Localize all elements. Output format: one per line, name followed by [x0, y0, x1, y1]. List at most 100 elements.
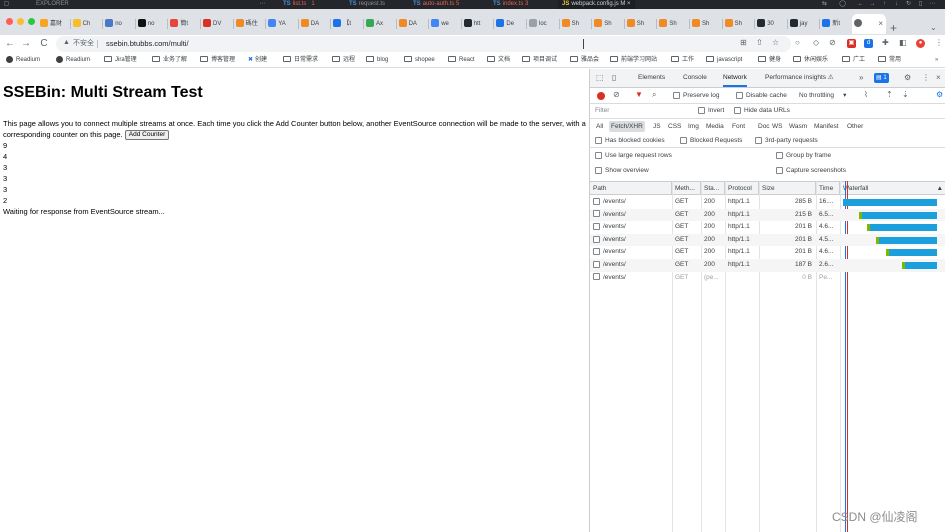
- more-tabs-icon[interactable]: »: [859, 73, 863, 83]
- network-conditions-icon[interactable]: ⌇: [864, 90, 868, 100]
- zoom-window-button[interactable]: [28, 18, 35, 25]
- bookmark-item[interactable]: 广工: [842, 53, 865, 67]
- table-row[interactable]: /events/GET 200 http/1.1 201 B 4.5...: [590, 233, 945, 247]
- new-tab-button[interactable]: +: [890, 22, 897, 34]
- type-filter-button[interactable]: Manifest: [812, 121, 841, 132]
- bookmark-item[interactable]: Readium: [56, 53, 90, 67]
- throttling-select[interactable]: No throttling ▾: [799, 90, 846, 102]
- source-control-icon[interactable]: ◯: [838, 0, 847, 9]
- browser-tab[interactable]: loc: [527, 14, 560, 34]
- filter-input[interactable]: Filter: [595, 104, 609, 118]
- browser-tab[interactable]: Sh: [592, 14, 625, 34]
- browser-tab[interactable]: 新t: [820, 14, 853, 34]
- type-filter-button[interactable]: Media: [704, 121, 726, 132]
- type-filter-button[interactable]: Img: [686, 121, 701, 132]
- clear-icon[interactable]: ⊘: [613, 90, 620, 100]
- column-protocol[interactable]: Protocol: [725, 182, 759, 195]
- record-button[interactable]: [597, 92, 605, 100]
- back-button[interactable]: ←: [4, 37, 16, 51]
- bookmark-star-icon[interactable]: ☆: [772, 38, 779, 47]
- table-row[interactable]: /events/GET (pe... 0 B Pe...: [590, 272, 945, 285]
- waterfall-bar[interactable]: [905, 262, 937, 269]
- browser-tab[interactable]: Sh: [723, 14, 756, 34]
- bookmark-item[interactable]: 雅品会: [570, 53, 599, 67]
- browser-tab[interactable]: Sh: [625, 14, 658, 34]
- type-filter-button[interactable]: All: [594, 121, 605, 132]
- browser-tab[interactable]: we: [429, 14, 462, 34]
- bookmark-item[interactable]: shopee: [404, 53, 435, 67]
- cell-path[interactable]: /events/: [590, 234, 672, 247]
- type-filter-button[interactable]: CSS: [666, 121, 683, 132]
- tab-network[interactable]: Network: [723, 69, 747, 87]
- bookmark-item[interactable]: 文档: [487, 53, 510, 67]
- browser-tab[interactable]: YA: [266, 14, 299, 34]
- browser-tab[interactable]: Ch: [71, 14, 104, 34]
- table-row[interactable]: /events/GET 200 http/1.1 187 B 2.6...: [590, 259, 945, 272]
- address-bar[interactable]: ▲ 不安全 ssebin.btubbs.com/multi/: [56, 36, 791, 52]
- has-blocked-cookies-checkbox[interactable]: Has blocked cookies: [595, 135, 665, 147]
- show-overview-checkbox[interactable]: Show overview: [595, 165, 649, 177]
- bookmark-item[interactable]: javascript: [706, 53, 742, 67]
- column-time[interactable]: Time: [816, 182, 840, 195]
- bookmark-item[interactable]: 业务了解: [152, 53, 187, 67]
- editor-tab-index[interactable]: TS index.ts 3: [493, 0, 528, 9]
- files-icon[interactable]: ▢: [2, 0, 11, 9]
- more-bookmarks-icon[interactable]: »: [935, 53, 938, 67]
- hide-data-urls-checkbox[interactable]: Hide data URLs: [734, 105, 790, 117]
- type-filter-button[interactable]: Fetch/XHR: [609, 121, 645, 132]
- browser-tab[interactable]: 簡t: [168, 14, 201, 34]
- bookmark-item[interactable]: React: [448, 53, 475, 67]
- bookmark-item[interactable]: Jira管理: [104, 53, 137, 67]
- kebab-menu-icon[interactable]: ⋮: [922, 73, 930, 83]
- waterfall-bar[interactable]: [879, 236, 937, 244]
- shield-icon[interactable]: ◇: [813, 38, 819, 47]
- compare-icon[interactable]: ⇆: [820, 0, 829, 9]
- inspect-icon[interactable]: ⬚: [596, 73, 604, 83]
- browser-tab[interactable]: De: [494, 14, 527, 34]
- preserve-log-checkbox[interactable]: Preserve log: [673, 90, 720, 102]
- table-row[interactable]: /events/GET 200 http/1.1 201 B 4.6...: [590, 246, 945, 259]
- filter-icon[interactable]: ▼: [635, 90, 643, 100]
- close-tab-icon[interactable]: ×: [878, 14, 883, 34]
- tab-performance-insights[interactable]: Performance insights ⚠: [765, 69, 834, 87]
- type-filter-button[interactable]: WS: [770, 121, 784, 132]
- type-filter-button[interactable]: Other: [845, 121, 865, 132]
- browser-tab[interactable]: 30: [755, 14, 788, 34]
- editor-tab-auto-auth[interactable]: TS auto-auth.ts 5: [413, 0, 459, 9]
- tab-search-icon[interactable]: ⌄: [930, 23, 937, 32]
- waterfall-bar[interactable]: [889, 249, 937, 257]
- bookmark-item[interactable]: 日常需求: [283, 53, 318, 67]
- type-filter-button[interactable]: JS: [651, 121, 663, 132]
- warning-icon[interactable]: ▲: [63, 39, 70, 46]
- sidebar-icon[interactable]: ◧: [899, 38, 907, 47]
- type-filter-button[interactable]: Wasm: [787, 121, 809, 132]
- table-row[interactable]: /events/GET 200 http/1.1 215 B 6.5...: [590, 208, 945, 222]
- browser-tab[interactable]: Ax: [364, 14, 397, 34]
- arrow-up-icon[interactable]: ↑: [880, 0, 889, 9]
- bookmark-item[interactable]: 远程: [332, 53, 355, 67]
- blocked-requests-checkbox[interactable]: Blocked Requests: [680, 135, 742, 147]
- third-party-requests-checkbox[interactable]: 3rd-party requests: [755, 135, 818, 147]
- invert-checkbox[interactable]: Invert: [698, 105, 724, 117]
- translate-icon[interactable]: ⊞: [740, 38, 747, 47]
- cell-path[interactable]: /events/: [590, 209, 672, 222]
- arrow-down-icon[interactable]: ↓: [892, 0, 901, 9]
- split-icon[interactable]: ▯: [916, 0, 925, 9]
- bookmark-item[interactable]: blog: [366, 53, 388, 67]
- puzzle-icon[interactable]: ✚: [882, 38, 889, 47]
- cell-path[interactable]: /events/: [590, 221, 672, 234]
- share-icon[interactable]: ⇧: [756, 38, 763, 47]
- bookmark-item[interactable]: 工作: [671, 53, 694, 67]
- column-path[interactable]: Path: [590, 182, 672, 195]
- editor-tab-list[interactable]: TS list.ts 1: [283, 0, 315, 9]
- browser-tab[interactable]: DV: [201, 14, 234, 34]
- column-waterfall[interactable]: Waterfall ▲: [840, 182, 945, 195]
- cell-path[interactable]: /events/: [590, 272, 672, 285]
- bookmark-item[interactable]: Readium: [6, 53, 40, 67]
- waterfall-bar[interactable]: [862, 211, 937, 219]
- browser-tab[interactable]: 碼住: [234, 14, 267, 34]
- capture-screenshots-checkbox[interactable]: Capture screenshots: [776, 165, 846, 177]
- close-devtools-icon[interactable]: ×: [936, 73, 941, 83]
- extension-red-icon[interactable]: ▣: [847, 39, 856, 48]
- more-icon[interactable]: ⋯: [258, 0, 267, 9]
